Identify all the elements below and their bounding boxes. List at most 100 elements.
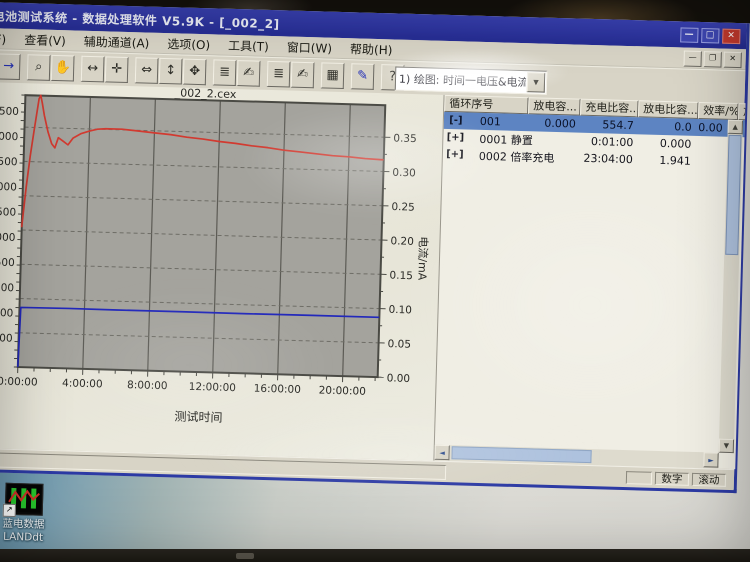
row-expander[interactable]: [+]	[443, 149, 467, 161]
svg-text:0.10: 0.10	[388, 304, 412, 317]
svg-text:测试时间: 测试时间	[174, 408, 222, 424]
svg-text:0:00:00: 0:00:00	[0, 375, 38, 388]
cell-c3: 0.0	[674, 120, 692, 134]
svg-text:0.20: 0.20	[390, 235, 414, 248]
svg-text:500: 500	[0, 257, 15, 270]
fit-all-button[interactable]: ✥	[182, 58, 207, 86]
mdi-restore-button[interactable]: ❐	[703, 51, 722, 68]
column-header-5[interactable]: 效率/%	[698, 101, 739, 121]
menu-item-4[interactable]: 选项(O)	[158, 34, 219, 53]
shortcut-arrow-icon: ↗	[2, 503, 16, 518]
horizontal-scroll-thumb[interactable]	[451, 446, 592, 464]
zoom-button[interactable]: ⌕	[26, 54, 51, 81]
photo-frame: ↗ 蓝电数据 LANDdt 电池测试系统 - 数据处理软件 V5.9K - [_…	[0, 0, 750, 562]
chart-panel: 0:00:00 4:00:00 8:00:00 12:00:00 16:00:00 20:…	[0, 81, 444, 461]
svg-text:0.15: 0.15	[389, 270, 413, 283]
scroll-up-icon[interactable]: ▲	[727, 119, 743, 135]
mdi-minimize-button[interactable]: —	[683, 50, 702, 68]
chevron-down-icon[interactable]: ▼	[526, 72, 546, 93]
desktop-icon-landdt[interactable]: ↗ 蓝电数据 LANDdt	[0, 482, 56, 545]
scroll-down-icon[interactable]: ▼	[718, 438, 735, 454]
cell-seq: 0001 静置	[479, 132, 534, 147]
svg-text:电流/mA: 电流/mA	[415, 236, 430, 281]
cell-c4: 0.00	[698, 120, 723, 135]
cell-c1: 0.000	[544, 116, 577, 131]
maximize-button[interactable]: □	[701, 27, 720, 44]
status-scroll-indicator: 滚动	[691, 472, 727, 487]
svg-text:500: 500	[0, 105, 19, 118]
svg-text:0.35: 0.35	[393, 132, 417, 145]
svg-text:500: 500	[0, 156, 18, 169]
mdi-close-button[interactable]: ✕	[723, 51, 742, 69]
menu-item-2[interactable]: 查看(V)	[15, 30, 75, 49]
close-button[interactable]: ✕	[722, 28, 741, 44]
svg-text:_002_2.cex: _002_2.cex	[174, 86, 237, 101]
cell-c4	[695, 161, 726, 162]
monitor-screen: ↗ 蓝电数据 LANDdt 电池测试系统 - 数据处理软件 V5.9K - [_…	[0, 2, 750, 562]
cell-seq: 0002 倍率充电	[478, 149, 555, 165]
report2-button[interactable]: ✍	[290, 61, 315, 89]
svg-text:500: 500	[0, 206, 16, 219]
svg-text:000: 000	[0, 231, 16, 244]
row-expander[interactable]: [+]	[443, 132, 467, 144]
svg-text:000: 000	[0, 332, 13, 345]
cell-c2: 23:04:00	[583, 151, 634, 167]
svg-text:20:00:00: 20:00:00	[319, 384, 366, 397]
cell-c2: 554.7	[602, 118, 634, 133]
svg-text:0.05: 0.05	[387, 338, 411, 351]
column-header-2[interactable]: 放电容...	[528, 97, 581, 116]
svg-text:0.00: 0.00	[386, 372, 410, 385]
report-button[interactable]: ✍	[236, 60, 261, 87]
menu-item-5[interactable]: 工具(T)	[219, 36, 278, 55]
row-expander[interactable]: [-]	[444, 115, 468, 127]
svg-text:000: 000	[0, 282, 14, 295]
column-header-4[interactable]: 放电比容...	[638, 100, 699, 119]
cell-c2: 0:01:00	[590, 134, 634, 150]
scroll-right-icon[interactable]: ►	[703, 452, 719, 468]
svg-text:0.25: 0.25	[391, 201, 415, 214]
mdi-window-buttons: — ❐ ✕	[683, 50, 742, 69]
svg-text:4:00:00: 4:00:00	[62, 377, 103, 390]
data-list2-button[interactable]: ≣	[266, 60, 291, 88]
vertical-scroll-thumb[interactable]	[725, 134, 742, 256]
desktop-icon-label-line2: LANDdt	[2, 530, 44, 544]
chart-canvas: 0:00:00 4:00:00 8:00:00 12:00:00 16:00:00 20:…	[0, 86, 431, 424]
compress-button[interactable]: ✛	[104, 56, 129, 84]
data-grid-button[interactable]: ▦	[320, 62, 345, 90]
scroll-left-icon[interactable]: ◄	[434, 444, 450, 461]
plot-type-dropdown[interactable]: 1) 绘图: 时间一电压&电流 ▼	[394, 66, 548, 95]
menu-item-3[interactable]: 辅助通道(A)	[75, 32, 159, 51]
landdt-icon: ↗	[2, 482, 44, 518]
minimize-button[interactable]: —	[680, 26, 699, 43]
cell-c3: 1.941	[659, 153, 692, 168]
column-header-6[interactable]: 放电	[737, 103, 746, 122]
svg-text:0.30: 0.30	[392, 167, 416, 180]
app-window: 电池测试系统 - 数据处理软件 V5.9K - [_002_2] — □ ✕ 文…	[0, 2, 750, 494]
cell-seq: 001	[479, 114, 502, 129]
cell-c1	[527, 140, 579, 141]
monitor-bezel	[0, 549, 750, 562]
status-cell-blank	[625, 470, 653, 485]
pan-hand-button[interactable]: ✋	[50, 54, 75, 82]
table-body: [-] 001 0.000 554.7 0.0 0.00 [+] 0001 静置 0:01:00…	[443, 111, 746, 172]
cycle-table-panel: 循环序号 放电容... 充电比容... 放电比容... 效率/% 放电 [-] 001 0.0…	[433, 94, 746, 470]
column-header-3[interactable]: 充电比容...	[580, 98, 639, 118]
expand-x-button[interactable]: ↔	[80, 55, 105, 83]
menu-item-1[interactable]: 文件(F)	[0, 29, 16, 48]
cell-c4	[695, 144, 726, 145]
data-list-button[interactable]: ≣	[212, 59, 237, 87]
menu-item-6[interactable]: 窗口(W)	[278, 38, 342, 57]
fit-height-button[interactable]: ↕	[158, 57, 183, 85]
fit-width-button[interactable]: ⇔	[134, 57, 159, 84]
svg-text:12:00:00: 12:00:00	[189, 381, 236, 394]
plot-type-value: 1) 绘图: 时间一电压&电流	[398, 72, 527, 90]
svg-text:000: 000	[0, 131, 18, 144]
svg-text:000: 000	[0, 181, 17, 194]
svg-text:8:00:00: 8:00:00	[127, 379, 168, 392]
cell-c3: 0.000	[659, 136, 692, 151]
menu-item-7[interactable]: 帮助(H)	[341, 39, 402, 58]
status-num-indicator: 数字	[654, 471, 690, 486]
svg-text:500: 500	[0, 307, 13, 320]
forward-arrow-button[interactable]: →	[0, 53, 21, 81]
annotate-pen-button[interactable]: ✎	[350, 63, 375, 90]
